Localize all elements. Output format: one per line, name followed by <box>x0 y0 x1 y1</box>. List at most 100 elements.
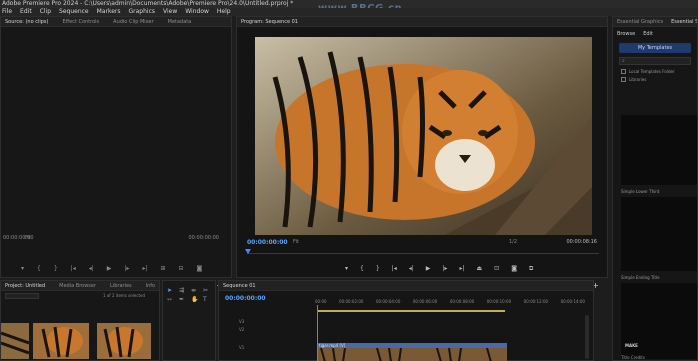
menu-window[interactable]: Window <box>185 8 209 16</box>
insert-icon[interactable]: ⊞ <box>160 265 165 272</box>
ruler-tick: 00:00 <box>315 299 327 304</box>
project-clip-tiger[interactable] <box>1 323 29 359</box>
program-tabs: Program: Sequence 01 <box>237 17 607 27</box>
hand-tool-icon[interactable]: ✋ <box>191 296 201 303</box>
program-resolution-select[interactable]: 1/2 <box>509 239 517 245</box>
menu-sequence[interactable]: Sequence <box>59 8 89 16</box>
project-search-input[interactable] <box>5 293 39 299</box>
tab-source[interactable]: Source: (no clips) <box>5 17 48 26</box>
marker-icon[interactable]: ▾ <box>21 265 24 272</box>
tab-edit[interactable]: Edit <box>643 31 653 37</box>
my-templates-button[interactable]: My Templates <box>619 43 691 53</box>
go-to-in-icon[interactable]: |◂ <box>71 265 76 272</box>
templates-search-input[interactable]: ⌕ <box>619 57 691 65</box>
timeline-timecode[interactable]: 00:00:00:00 <box>225 295 266 302</box>
template-thumb-ending-title[interactable] <box>621 197 697 271</box>
timeline-scrollbar[interactable] <box>585 315 589 359</box>
menu-edit[interactable]: Edit <box>20 8 32 16</box>
menu-clip[interactable]: Clip <box>40 8 51 16</box>
clip-thumbnails <box>317 348 507 361</box>
tab-project[interactable]: Project: Untitled <box>5 281 45 290</box>
source-duration: 00:00:00:00 <box>188 235 219 241</box>
step-forward-icon[interactable]: |▸ <box>124 265 129 272</box>
ruler-tick: 00:00:10:00 <box>486 299 512 304</box>
template-label: Simple Ending Title <box>621 275 660 280</box>
project-panel: Project: Untitled Media Browser Librarie… <box>0 280 160 361</box>
extract-icon[interactable]: ⊡ <box>494 265 499 273</box>
mark-out-icon[interactable]: } <box>376 265 380 273</box>
menu-graphics[interactable]: Graphics <box>129 8 156 16</box>
type-tool-icon[interactable]: T <box>203 296 213 303</box>
go-to-out-icon[interactable]: ▸| <box>142 265 147 272</box>
program-playhead-timecode[interactable]: 00:00:00:00 <box>247 239 288 246</box>
mark-in-icon[interactable]: { <box>360 265 364 273</box>
template-label: Simple Lower Third <box>621 189 660 194</box>
menu-view[interactable]: View <box>163 8 177 16</box>
tab-essential-sound[interactable]: Essential Sound <box>671 17 697 26</box>
project-clip-tiger[interactable] <box>33 323 89 359</box>
menu-markers[interactable]: Markers <box>97 8 121 16</box>
program-transport-controls: ▾ { } |◂ ◂| ▶ |▸ ▸| ⏏ ⊡ ◙ ⧉ <box>345 265 533 273</box>
tab-browse[interactable]: Browse <box>617 31 635 37</box>
ruler-tick: 00:00:14:00 <box>560 299 585 304</box>
tab-sequence[interactable]: Sequence 01 <box>223 281 256 290</box>
slip-tool-icon[interactable]: ⇿ <box>167 296 177 303</box>
razor-tool-icon[interactable]: ✂ <box>203 287 213 294</box>
work-area-bar[interactable] <box>317 310 505 312</box>
play-icon[interactable]: ▶ <box>107 265 112 272</box>
lift-icon[interactable]: ⏏ <box>476 265 482 273</box>
timeline-panel: Sequence 01 00:00:00:00 00:00 00:00:02:0… <box>218 280 594 361</box>
step-forward-icon[interactable]: |▸ <box>442 265 447 273</box>
camera-icon[interactable]: ◙ <box>511 265 517 273</box>
track-header-v1[interactable]: V1 <box>219 345 317 350</box>
template-caption: MAKE <box>625 343 638 348</box>
tab-program[interactable]: Program: Sequence 01 <box>241 17 298 26</box>
go-to-out-icon[interactable]: ▸| <box>459 265 464 273</box>
pen-tool-icon[interactable]: ✒ <box>179 296 189 303</box>
tab-info[interactable]: Info <box>146 281 155 290</box>
program-video-frame[interactable] <box>255 37 592 235</box>
program-playhead-icon[interactable] <box>245 249 251 254</box>
menu-file[interactable]: File <box>2 8 12 16</box>
timeline-video-clip[interactable]: tiger.mp4 [V] <box>317 343 507 361</box>
ruler-tick: 00:00:04:00 <box>375 299 401 304</box>
template-thumb-lower-third[interactable] <box>621 115 697 185</box>
local-templates-checkbox[interactable]: Local Templates Folder <box>621 69 689 74</box>
selection-tool-icon[interactable]: ➤ <box>167 287 177 294</box>
tiger-image <box>255 37 592 235</box>
menu-help[interactable]: Help <box>217 8 231 16</box>
right-tabs: Essential Graphics Essential Sound <box>613 17 697 27</box>
timeline-playhead[interactable] <box>317 305 318 361</box>
compare-icon[interactable]: ⧉ <box>529 265 533 273</box>
tab-media-browser[interactable]: Media Browser <box>59 281 96 290</box>
step-back-icon[interactable]: ◂| <box>409 265 414 273</box>
tab-effect-controls[interactable]: Effect Controls <box>62 17 99 26</box>
tab-audio-clip-mixer[interactable]: Audio Clip Mixer <box>113 17 153 26</box>
menu-bar: File Edit Clip Sequence Markers Graphics… <box>0 8 698 16</box>
project-clip-sequence[interactable] <box>97 323 151 359</box>
program-duration: 00:00:08:16 <box>566 239 597 245</box>
source-zoom-select[interactable]: Fit <box>25 235 31 241</box>
track-select-tool-icon[interactable]: ⇶ <box>179 287 189 294</box>
track-header-v2[interactable]: V2 <box>219 327 317 332</box>
tab-essential-graphics[interactable]: Essential Graphics <box>617 17 663 26</box>
marker-icon[interactable]: ▾ <box>345 265 348 273</box>
play-icon[interactable]: ▶ <box>426 265 431 273</box>
go-to-in-icon[interactable]: |◂ <box>392 265 397 273</box>
overwrite-icon[interactable]: ⊟ <box>179 265 184 272</box>
track-header-v3[interactable]: V3 <box>219 319 317 324</box>
libraries-checkbox[interactable]: Libraries <box>621 77 689 82</box>
mark-in-icon[interactable]: { <box>37 265 41 272</box>
step-back-icon[interactable]: ◂| <box>89 265 94 272</box>
camera-icon[interactable]: ◙ <box>197 265 203 272</box>
time-ruler[interactable]: 00:00 00:00:02:00 00:00:04:00 00:00:06:0… <box>315 299 585 304</box>
program-zoom-select[interactable]: Fit <box>293 239 299 245</box>
ripple-edit-tool-icon[interactable]: ⇹ <box>191 287 201 294</box>
tab-metadata[interactable]: Metadata <box>168 17 192 26</box>
tab-libraries[interactable]: Libraries <box>110 281 132 290</box>
source-monitor-panel: Source: (no clips) Effect Controls Audio… <box>0 16 232 290</box>
template-thumb-title-credits[interactable]: MAKE <box>621 283 697 359</box>
program-scrub-bar[interactable] <box>247 251 599 254</box>
mark-out-icon[interactable]: } <box>54 265 58 272</box>
ruler-tick: 00:00:06:00 <box>412 299 438 304</box>
